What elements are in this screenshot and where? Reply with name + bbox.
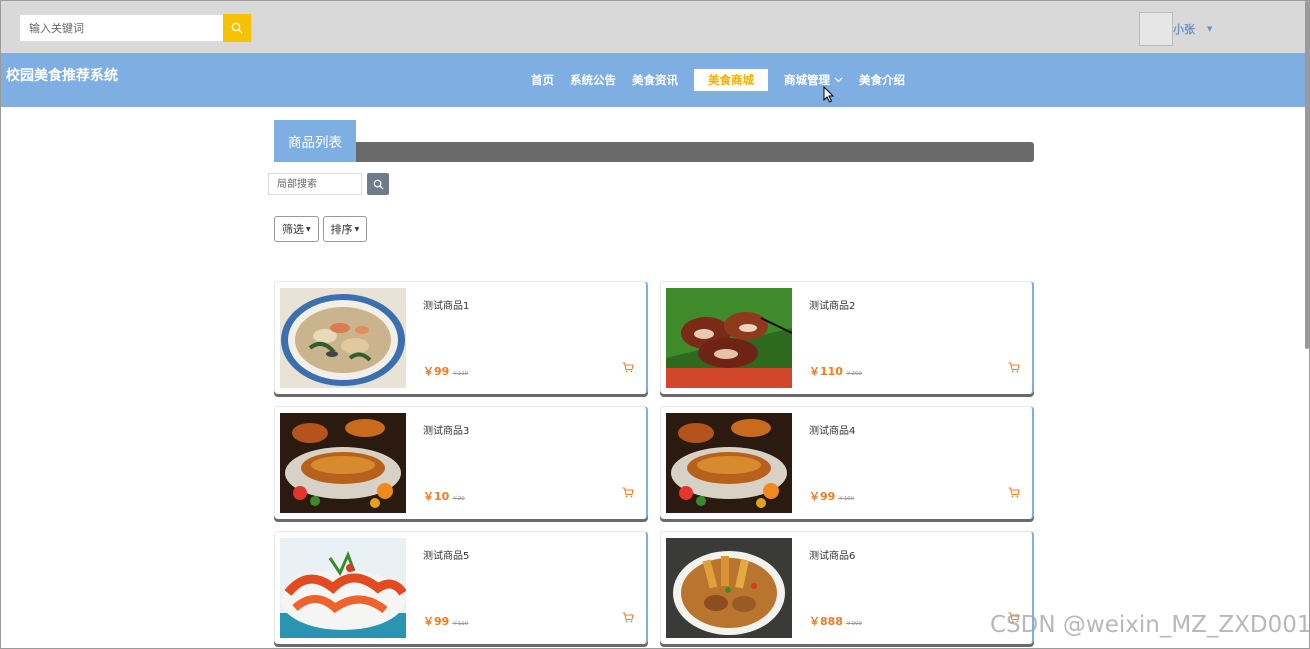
- product-price: ￥99 ￥119: [423, 363, 468, 379]
- original-price: ￥20: [452, 496, 465, 502]
- current-price: ￥99: [423, 365, 450, 378]
- user-menu[interactable]: 小张 ▼: [1139, 12, 1212, 46]
- cart-icon[interactable]: [1008, 487, 1020, 498]
- current-price: ￥99: [423, 615, 450, 628]
- nav-item-label: 美食资讯: [632, 73, 678, 87]
- cart-icon[interactable]: [1008, 362, 1020, 373]
- top-bar: 小张 ▼: [1, 1, 1306, 53]
- original-price: ￥100: [838, 496, 855, 502]
- search-button[interactable]: [223, 14, 251, 42]
- section-header-bar: [274, 142, 1034, 162]
- product-grid: 测试商品1 ￥99 ￥119 测试商品2 ￥110 ￥200 测试商品3 ￥10…: [274, 281, 1034, 644]
- nav-item-food-mall[interactable]: 美食商城: [694, 69, 768, 91]
- filter-sort-controls: 筛选 ▼ 排序 ▼: [274, 216, 371, 242]
- product-image[interactable]: [280, 288, 406, 388]
- product-card[interactable]: 测试商品5 ￥99 ￥119: [274, 531, 648, 644]
- product-price: ￥888 ￥999: [809, 613, 862, 629]
- product-price: ￥110 ￥200: [809, 363, 862, 379]
- sort-dropdown[interactable]: 排序 ▼: [322, 216, 368, 242]
- nav-item-label: 美食介绍: [859, 73, 905, 87]
- product-name[interactable]: 测试商品1: [423, 297, 469, 312]
- vertical-scrollbar[interactable]: [1305, 1, 1309, 349]
- current-price: ￥110: [809, 365, 843, 378]
- nav-item-announcements[interactable]: 系统公告: [562, 69, 624, 91]
- nav-item-label: 美食商城: [708, 73, 754, 87]
- local-search-input[interactable]: [268, 173, 362, 195]
- product-name[interactable]: 测试商品2: [809, 297, 855, 312]
- product-card[interactable]: 测试商品6 ￥888 ￥999: [660, 531, 1034, 644]
- search-input[interactable]: [19, 14, 223, 42]
- global-search: [19, 14, 251, 42]
- user-name[interactable]: 小张: [1173, 21, 1195, 37]
- product-image[interactable]: [280, 538, 406, 638]
- avatar[interactable]: [1139, 12, 1173, 46]
- nav-menu: 首页 系统公告 美食资讯 美食商城 商城管理 美食介绍: [523, 69, 913, 91]
- nav-item-label: 系统公告: [570, 73, 616, 87]
- caret-down-icon[interactable]: ▼: [1207, 25, 1212, 33]
- product-image[interactable]: [666, 288, 792, 388]
- sort-label: 排序: [330, 223, 353, 236]
- local-search: [268, 173, 389, 195]
- product-image[interactable]: [280, 413, 406, 513]
- site-brand[interactable]: 校园美食推荐系统: [6, 65, 118, 85]
- product-price: ￥99 ￥100: [809, 488, 854, 504]
- current-price: ￥10: [423, 490, 450, 503]
- caret-down-icon: ▼: [354, 225, 360, 233]
- product-price: ￥99 ￥119: [423, 613, 468, 629]
- filter-dropdown[interactable]: 筛选 ▼: [274, 216, 319, 242]
- product-image[interactable]: [666, 538, 792, 638]
- cart-icon[interactable]: [622, 487, 634, 498]
- caret-down-icon: ▼: [306, 225, 311, 233]
- local-search-button[interactable]: [367, 173, 389, 195]
- current-price: ￥888: [809, 615, 843, 628]
- product-card[interactable]: 测试商品4 ￥99 ￥100: [660, 406, 1034, 519]
- product-card[interactable]: 测试商品1 ￥99 ￥119: [274, 281, 648, 394]
- search-icon: [373, 179, 384, 190]
- original-price: ￥119: [452, 621, 469, 627]
- original-price: ￥999: [845, 621, 862, 627]
- nav-item-home[interactable]: 首页: [523, 69, 562, 91]
- original-price: ￥119: [452, 371, 469, 377]
- cart-icon[interactable]: [622, 362, 634, 373]
- original-price: ￥200: [845, 371, 862, 377]
- nav-item-mall-management[interactable]: 商城管理: [776, 69, 851, 91]
- product-card[interactable]: 测试商品2 ￥110 ￥200: [660, 281, 1034, 394]
- product-image[interactable]: [666, 413, 792, 513]
- chevron-down-icon: [834, 77, 843, 83]
- product-name[interactable]: 测试商品3: [423, 422, 469, 437]
- product-name[interactable]: 测试商品6: [809, 547, 855, 562]
- mouse-pointer-icon: [823, 86, 835, 103]
- product-name[interactable]: 测试商品5: [423, 547, 469, 562]
- main-nav: 校园美食推荐系统 首页 系统公告 美食资讯 美食商城 商城管理 美食介绍: [1, 53, 1306, 107]
- cart-icon[interactable]: [622, 612, 634, 623]
- current-price: ￥99: [809, 490, 836, 503]
- watermark: CSDN @weixin_MZ_ZXD001: [990, 612, 1310, 638]
- nav-item-food-intro[interactable]: 美食介绍: [851, 69, 913, 91]
- product-card[interactable]: 测试商品3 ￥10 ￥20: [274, 406, 648, 519]
- nav-item-food-news[interactable]: 美食资讯: [624, 69, 686, 91]
- search-icon: [231, 22, 243, 34]
- product-name[interactable]: 测试商品4: [809, 422, 855, 437]
- product-price: ￥10 ￥20: [423, 488, 465, 504]
- section-title: 商品列表: [274, 120, 356, 162]
- filter-label: 筛选: [282, 223, 304, 236]
- nav-item-label: 首页: [531, 73, 554, 87]
